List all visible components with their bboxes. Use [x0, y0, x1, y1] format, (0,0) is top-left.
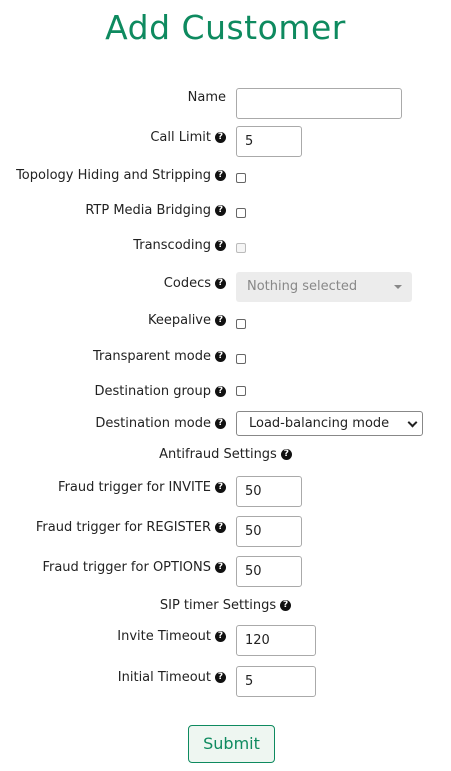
transparent-label: Transparent mode ?: [93, 349, 226, 364]
initial-timeout-input[interactable]: 5: [236, 666, 316, 697]
sip-timer-heading: SIP timer Settings ?: [0, 598, 451, 613]
question-circle-icon[interactable]: ?: [215, 315, 226, 326]
dest-group-label: Destination group ?: [95, 384, 226, 399]
question-circle-icon[interactable]: ?: [280, 449, 292, 460]
caret-down-icon: [394, 285, 402, 289]
dest-mode-label: Destination mode ?: [95, 416, 226, 431]
transcoding-checkbox[interactable]: [236, 243, 246, 253]
fraud-invite-row: Fraud trigger for INVITE ? 50: [0, 476, 451, 510]
invite-timeout-row: Invite Timeout ? 120: [0, 625, 451, 659]
question-circle-icon[interactable]: ?: [215, 278, 226, 289]
fraud-register-label: Fraud trigger for REGISTER ?: [36, 520, 226, 535]
question-circle-icon[interactable]: ?: [215, 132, 226, 143]
question-circle-icon[interactable]: ?: [215, 386, 226, 397]
initial-timeout-row: Initial Timeout ? 5: [0, 666, 451, 700]
name-input[interactable]: [236, 88, 402, 119]
page-title: Add Customer: [105, 8, 346, 47]
call-limit-row: Call Limit ? 5: [0, 126, 451, 160]
question-circle-icon[interactable]: ?: [215, 672, 226, 683]
keepalive-checkbox[interactable]: [236, 319, 246, 329]
question-circle-icon[interactable]: ?: [215, 418, 226, 429]
rtp-label: RTP Media Bridging ?: [85, 203, 226, 218]
dest-mode-select[interactable]: Load-balancing mode: [236, 411, 423, 436]
fraud-options-row: Fraud trigger for OPTIONS ? 50: [0, 556, 451, 590]
chevron-down-icon: [407, 417, 418, 428]
name-label: Name: [187, 90, 226, 105]
question-circle-icon[interactable]: ?: [215, 205, 226, 216]
fraud-options-label: Fraud trigger for OPTIONS ?: [42, 560, 226, 575]
transcoding-label: Transcoding ?: [133, 238, 226, 253]
fraud-invite-label: Fraud trigger for INVITE ?: [58, 480, 226, 495]
rtp-checkbox[interactable]: [236, 208, 246, 218]
fraud-register-input[interactable]: 50: [236, 516, 302, 547]
fraud-options-input[interactable]: 50: [236, 556, 302, 587]
codecs-row: Codecs ? Nothing selected: [0, 272, 451, 306]
keepalive-row: Keepalive ?: [0, 313, 451, 347]
submit-button[interactable]: Submit: [188, 725, 275, 763]
keepalive-label: Keepalive ?: [148, 313, 226, 328]
dest-group-checkbox[interactable]: [236, 386, 246, 396]
initial-timeout-label: Initial Timeout ?: [118, 670, 226, 685]
name-row: Name: [0, 88, 451, 122]
question-circle-icon[interactable]: ?: [215, 170, 226, 181]
transcoding-row: Transcoding ?: [0, 238, 451, 272]
question-circle-icon[interactable]: ?: [215, 240, 226, 251]
call-limit-input[interactable]: 5: [236, 126, 302, 157]
rtp-row: RTP Media Bridging ?: [0, 203, 451, 237]
question-circle-icon[interactable]: ?: [215, 631, 226, 642]
codecs-multiselect[interactable]: Nothing selected: [236, 272, 412, 302]
topology-checkbox[interactable]: [236, 173, 246, 183]
invite-timeout-input[interactable]: 120: [236, 625, 316, 656]
question-circle-icon[interactable]: ?: [215, 351, 226, 362]
call-limit-label: Call Limit ?: [150, 130, 226, 145]
codecs-label: Codecs ?: [164, 276, 226, 291]
question-circle-icon[interactable]: ?: [215, 522, 226, 533]
fraud-invite-input[interactable]: 50: [236, 476, 302, 507]
topology-label: Topology Hiding and Stripping ?: [16, 168, 226, 183]
topology-row: Topology Hiding and Stripping ?: [0, 168, 451, 202]
invite-timeout-label: Invite Timeout ?: [117, 629, 226, 644]
question-circle-icon[interactable]: ?: [280, 600, 292, 611]
transparent-checkbox[interactable]: [236, 354, 246, 364]
transparent-row: Transparent mode ?: [0, 349, 451, 383]
fraud-register-row: Fraud trigger for REGISTER ? 50: [0, 516, 451, 550]
question-circle-icon[interactable]: ?: [215, 482, 226, 493]
dest-mode-row: Destination mode ? Load-balancing mode: [0, 411, 451, 445]
question-circle-icon[interactable]: ?: [215, 562, 226, 573]
antifraud-heading: Antifraud Settings ?: [0, 447, 451, 462]
